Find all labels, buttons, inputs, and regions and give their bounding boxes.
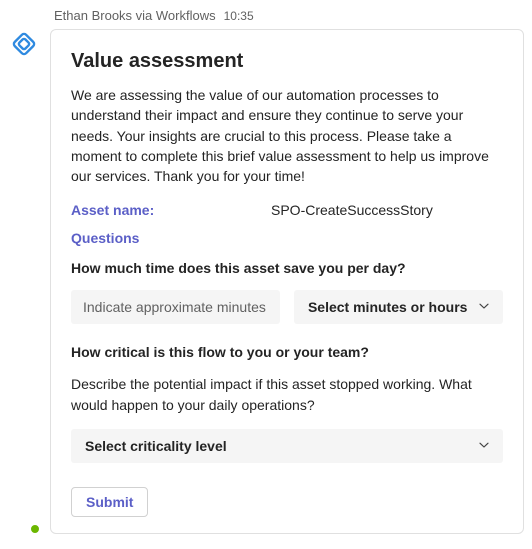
sender-name: Ethan Brooks via Workflows: [54, 8, 216, 23]
question-2-text: How critical is this flow to you or your…: [71, 344, 503, 360]
questions-header: Questions: [71, 230, 503, 246]
avatar: [8, 28, 40, 534]
message-container: Ethan Brooks via Workflows 10:35 Value a…: [0, 0, 532, 542]
submit-button[interactable]: Submit: [71, 487, 148, 517]
chevron-down-icon: [477, 299, 491, 316]
asset-name-value: SPO-CreateSuccessStory: [271, 202, 433, 218]
criticality-select-label: Select criticality level: [85, 438, 227, 454]
time-unit-select[interactable]: Select minutes or hours: [294, 290, 503, 324]
message-header: Ethan Brooks via Workflows 10:35: [50, 8, 524, 23]
card-description: We are assessing the value of our automa…: [71, 85, 503, 186]
card-title: Value assessment: [71, 50, 503, 73]
time-amount-input[interactable]: [71, 290, 280, 324]
question-1-text: How much time does this asset save you p…: [71, 260, 503, 276]
criticality-select[interactable]: Select criticality level: [71, 429, 503, 463]
presence-available-icon: [29, 523, 41, 535]
message-content: Ethan Brooks via Workflows 10:35 Value a…: [50, 8, 524, 534]
question-2-subtext: Describe the potential impact if this as…: [71, 374, 503, 415]
chevron-down-icon: [477, 438, 491, 455]
timestamp: 10:35: [224, 9, 254, 23]
asset-name-row: Asset name: SPO-CreateSuccessStory: [71, 202, 503, 218]
time-unit-select-label: Select minutes or hours: [308, 299, 467, 315]
workflows-icon: [8, 28, 40, 60]
question-1-inputs: Select minutes or hours: [71, 290, 503, 324]
asset-name-label: Asset name:: [71, 202, 271, 218]
adaptive-card: Value assessment We are assessing the va…: [50, 29, 524, 534]
